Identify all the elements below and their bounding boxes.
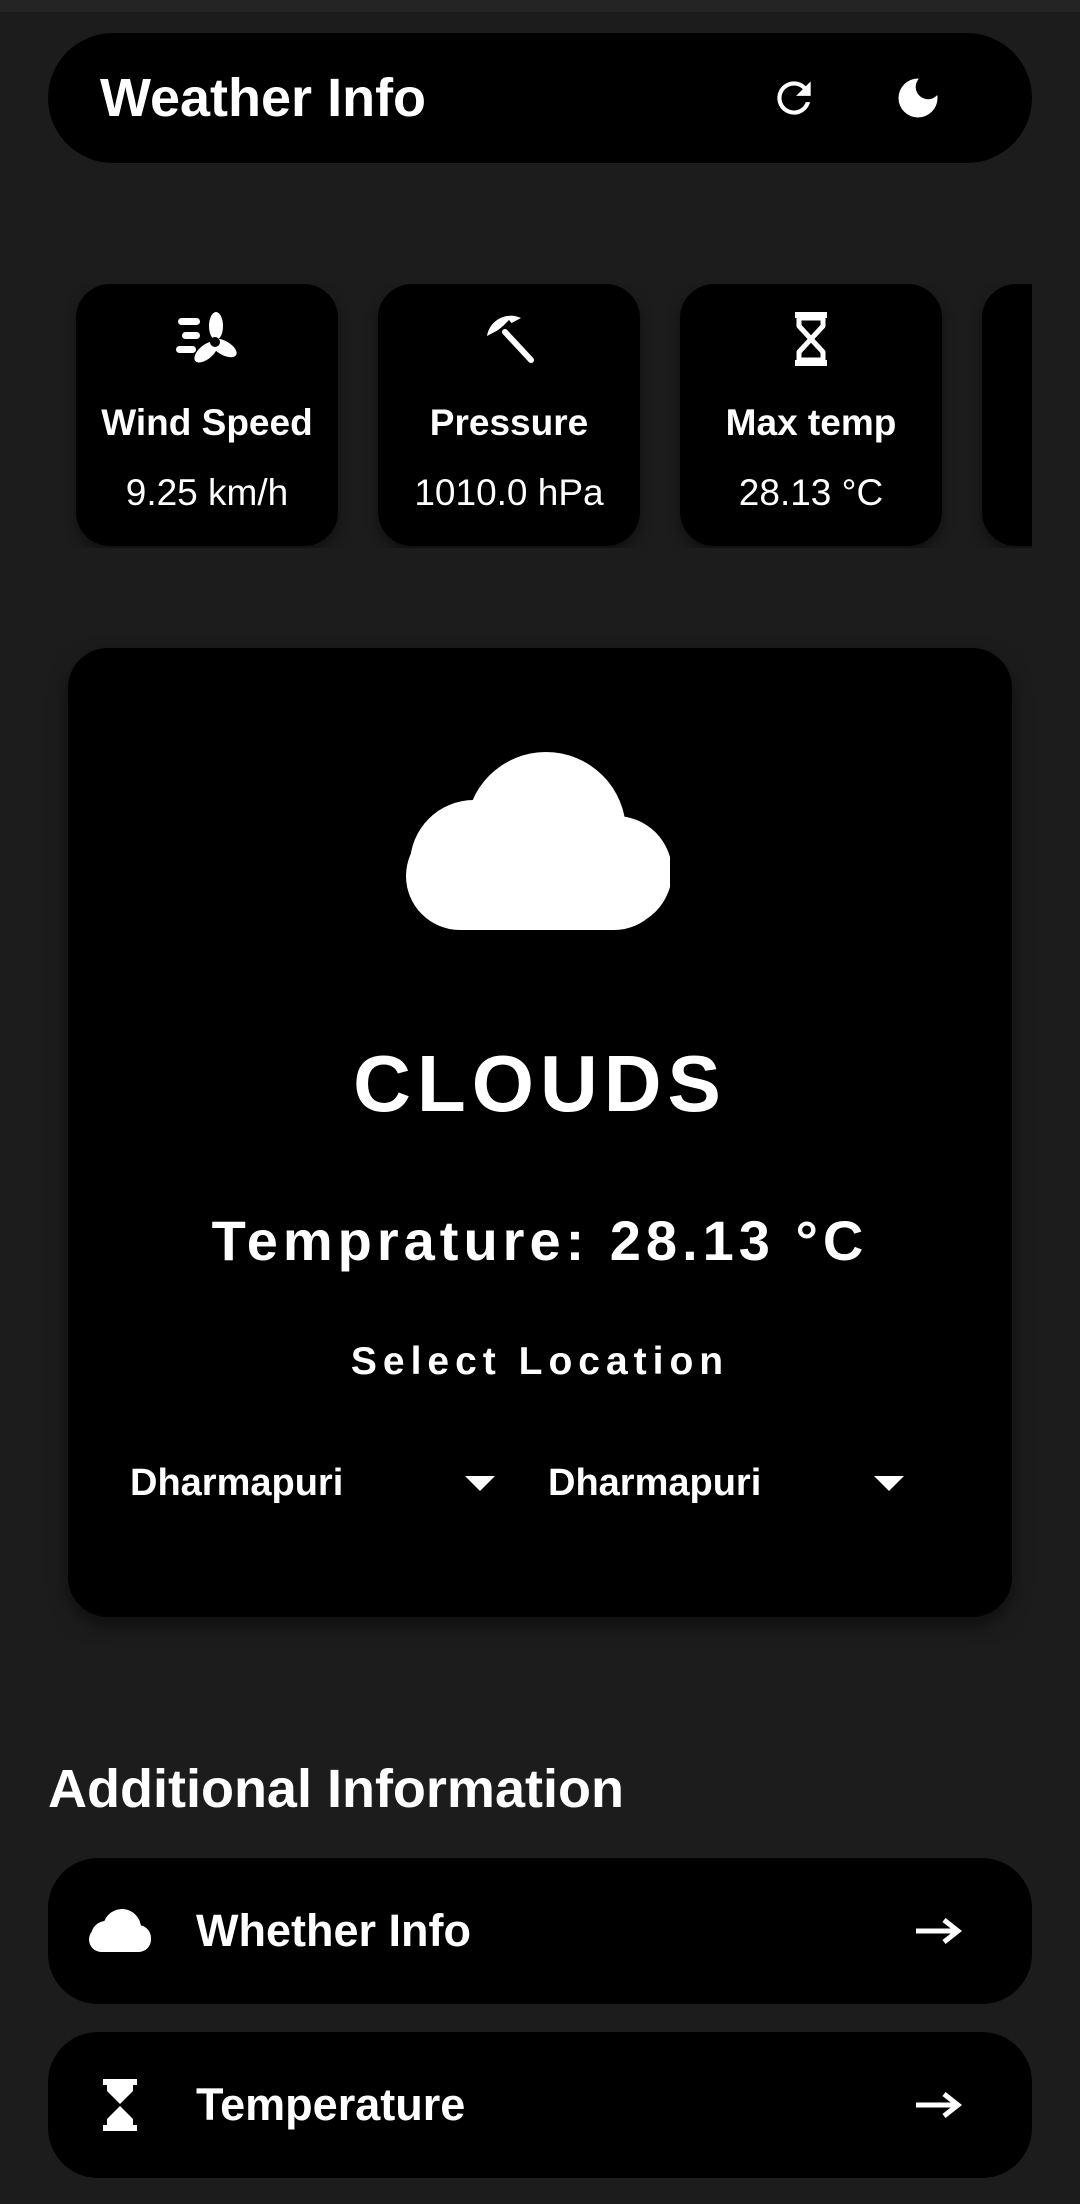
cloud-icon xyxy=(406,752,670,930)
cloud-icon xyxy=(89,1909,151,1952)
metric-value: 1010.0 hPa xyxy=(414,472,604,513)
umbrella-beach-icon xyxy=(487,315,534,363)
row-label: Whether Info xyxy=(196,1905,471,1956)
location-dropdown-1[interactable]: Dharmapuri xyxy=(130,1448,500,1518)
info-row-temperature[interactable]: Temperature xyxy=(48,2032,1032,2178)
temperature-text: Temprature: 28.13 °C xyxy=(211,1209,869,1272)
metric-card-max-temp[interactable]: Max temp 28.13 °C xyxy=(680,284,942,546)
refresh-icon xyxy=(777,81,811,115)
select-location-label: Select Location xyxy=(350,1340,730,1383)
dropdown-value: Dharmapuri xyxy=(130,1462,344,1504)
theme-toggle-button[interactable] xyxy=(888,68,948,128)
dropdown-arrow-icon xyxy=(465,1476,495,1491)
arrow-right-icon xyxy=(916,2092,962,2118)
metric-value: 9.25 km/h xyxy=(125,472,289,513)
metric-label: Wind Speed xyxy=(101,402,313,443)
row-label: Temperature xyxy=(196,2079,466,2130)
info-row-whether-info[interactable]: Whether Info xyxy=(48,1858,1032,2004)
metric-value: 28.13 °C xyxy=(738,472,884,513)
app-bar: Weather Info xyxy=(48,33,1032,163)
location-dropdown-2[interactable]: Dharmapuri xyxy=(548,1448,918,1518)
metric-card-pressure[interactable]: Pressure 1010.0 hPa xyxy=(378,284,640,546)
status-bar xyxy=(0,0,1080,12)
dropdown-value: Dharmapuri xyxy=(548,1462,762,1504)
app-title: Weather Info xyxy=(100,68,427,128)
arrow-right-icon xyxy=(916,1918,962,1944)
dark-mode-moon-icon xyxy=(898,78,938,118)
hourglass-icon xyxy=(103,2079,137,2131)
metrics-scroller[interactable]: Wind Speed 9.25 km/h Pressure 1010.0 hPa… xyxy=(48,284,1032,548)
metric-card-wind-speed[interactable]: Wind Speed 9.25 km/h xyxy=(76,284,338,546)
metric-label: Pressure xyxy=(429,402,589,443)
hourglass-icon xyxy=(795,312,827,366)
metric-card-partial[interactable] xyxy=(982,284,1032,546)
metric-label: Max temp xyxy=(725,402,897,443)
weather-condition: CLOUDS xyxy=(353,1039,727,1128)
refresh-button[interactable] xyxy=(764,68,824,128)
dropdown-arrow-icon xyxy=(874,1476,904,1491)
section-heading: Additional Information xyxy=(48,1759,624,1819)
wind-fan-icon xyxy=(176,312,237,363)
weather-card: CLOUDS Temprature: 28.13 °C Select Locat… xyxy=(68,648,1012,1617)
